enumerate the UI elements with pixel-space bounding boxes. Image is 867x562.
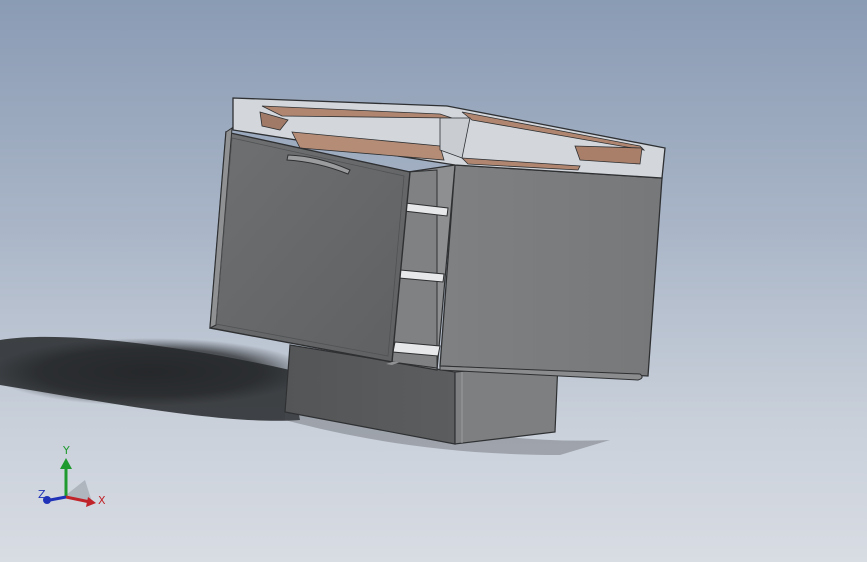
corner-cabinet-model[interactable]: [0, 0, 867, 562]
z-axis-label: Z: [38, 488, 46, 501]
reference-triad: Y X Z: [38, 444, 106, 507]
3d-graphics-viewport[interactable]: Y X Z: [0, 0, 867, 562]
z-axis-icon: [49, 495, 67, 502]
x-axis-label: X: [98, 494, 106, 507]
y-axis-label: Y: [62, 444, 70, 457]
cabinet-right-side: [436, 164, 663, 381]
cabinet-door[interactable]: [209, 127, 411, 365]
